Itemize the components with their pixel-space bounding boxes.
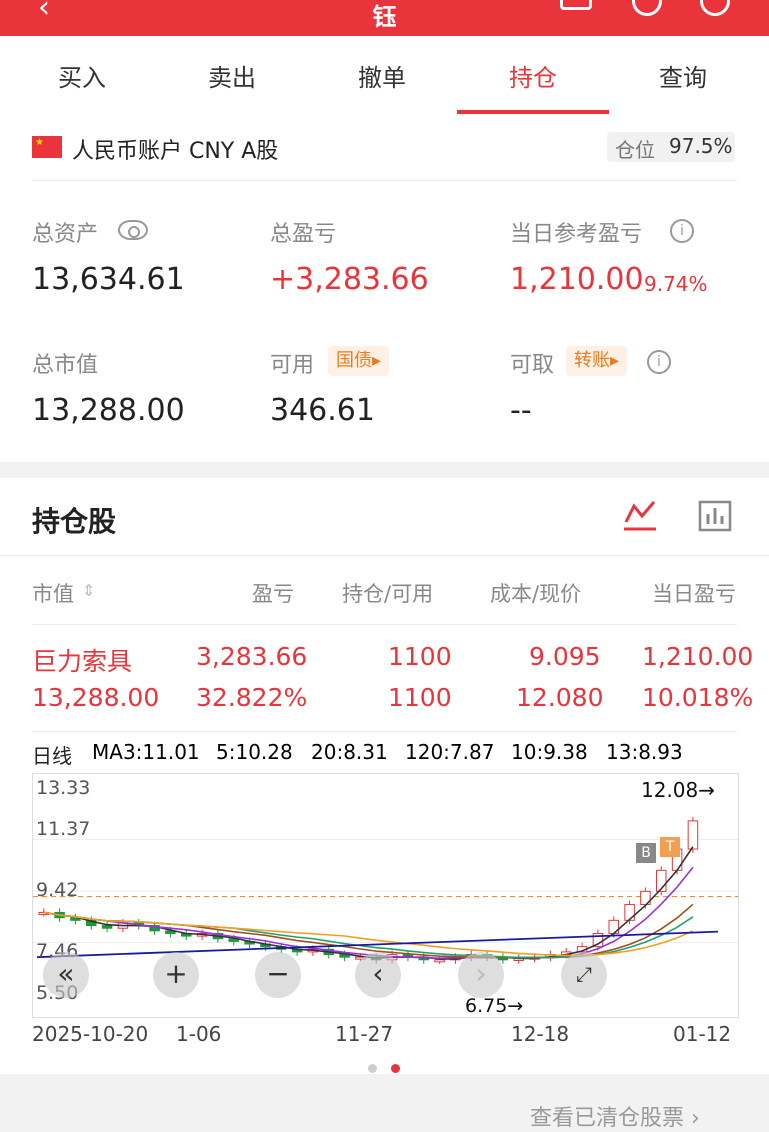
info-icon[interactable]: i [647,350,671,374]
candle-body [101,925,113,929]
low-price-label: 6.75→ [465,995,524,1017]
cleared-stocks-link[interactable]: 查看已清仓股票 › [530,1100,700,1132]
buy-marker[interactable]: B [636,843,656,863]
available-label: 可用 [270,353,315,378]
scroll-right-button[interactable]: › [458,952,504,998]
pager-dot[interactable] [368,1064,377,1073]
divider [32,731,737,732]
trade-tabs: 买入 卖出 撤单 持仓 查询 [0,36,769,117]
scroll-left-button[interactable]: ‹ [355,952,401,998]
ma20-legend: 20:8.31 [311,740,388,764]
stock-available: 1100 [388,683,452,712]
ma120-legend: 120:7.87 [405,740,495,764]
x-tick: 1-06 [176,1022,222,1046]
stock-pl-percent: 32.822% [196,683,308,712]
candle-body [687,820,699,850]
stock-name: 巨力索具 [32,647,133,676]
tab-cancel[interactable]: 撤单 [307,58,457,93]
y-tick: 9.42 [36,879,79,901]
day-pl-label: 当日参考盈亏 [510,222,643,247]
trade-marker[interactable]: T [660,837,680,857]
day-pl-percent: 9.74% [644,272,708,296]
position-badge: 仓位 97.5% [607,132,735,162]
ma5-legend: 5:10.28 [216,740,293,764]
active-tab-indicator [457,110,609,114]
candle-body [434,959,445,963]
total-pl-value: +3,283.66 [270,262,429,297]
eye-icon[interactable] [118,220,148,240]
x-tick: 2025-10-20 [32,1022,149,1046]
col-pl: 盈亏 [252,582,294,606]
line-chart-icon[interactable] [622,498,658,532]
day-pl-value: 1,210.00 [510,262,644,297]
stock-position: 1100 [388,642,452,671]
tab-buy[interactable]: 买入 [7,58,157,93]
stock-cost: 9.095 [529,642,601,671]
stock-day-pl-percent: 10.018% [642,683,754,712]
divider [32,180,737,181]
stock-pl: 3,283.66 [196,642,308,671]
sort-icon[interactable]: ⇕ [82,581,95,600]
bond-button[interactable]: 国债▸ [328,346,390,376]
y-tick: 13.33 [36,777,91,799]
col-market-value[interactable]: 市值 [32,578,74,608]
tab-query[interactable]: 查询 [608,58,758,93]
period-label[interactable]: 日线 [32,740,72,769]
rewind-button[interactable]: « [43,952,89,998]
tab-sell[interactable]: 卖出 [157,58,307,93]
withdrawable-label: 可取 [510,353,555,378]
zoom-out-button[interactable]: − [255,952,301,998]
col-cost: 成本/现价 [490,582,582,606]
col-day-pl: 当日盈亏 [652,582,736,606]
divider [0,555,769,556]
divider [32,624,737,625]
pager-dot-active[interactable] [391,1064,400,1073]
y-tick: 11.37 [36,818,91,840]
transfer-button[interactable]: 转账▸ [566,346,628,376]
total-assets-value: 13,634.61 [32,262,185,297]
tab-holdings[interactable]: 持仓 [458,58,608,93]
col-position: 持仓/可用 [342,582,434,606]
x-tick: 11-27 [335,1022,394,1046]
top-bar: ‹ 钰 [0,0,769,36]
total-assets-label: 总资产 [32,222,99,247]
stock-day-pl: 1,210.00 [642,642,754,671]
position-label: 仓位 [615,138,655,162]
stock-market-value: 13,288.00 [32,683,160,712]
message-icon[interactable] [560,0,592,10]
info-icon[interactable]: i [670,219,694,243]
position-value: 97.5% [669,134,733,158]
ma13-legend: 13:8.93 [606,740,683,764]
withdrawable-value: -- [510,393,532,428]
available-value: 346.61 [270,393,375,428]
fullscreen-button[interactable]: ⤢ [561,952,607,998]
account-name: 人民币账户 CNY A股 [72,139,279,164]
stock-price: 12.080 [516,683,604,712]
x-tick: 01-12 [673,1022,732,1046]
market-value-label: 总市值 [32,353,99,378]
bar-chart-icon[interactable] [698,500,732,532]
x-tick: 12-18 [511,1022,570,1046]
zoom-in-button[interactable]: + [153,952,199,998]
ma10-legend: 10:9.38 [511,740,588,764]
holdings-title: 持仓股 [32,505,117,538]
candle-body [624,904,635,921]
total-pl-label: 总盈亏 [270,222,337,247]
high-price-label: 12.08→ [641,778,716,802]
ma3-legend: MA3:11.01 [92,740,200,764]
china-flag-icon: ★ [32,136,62,158]
market-value: 13,288.00 [32,393,185,428]
